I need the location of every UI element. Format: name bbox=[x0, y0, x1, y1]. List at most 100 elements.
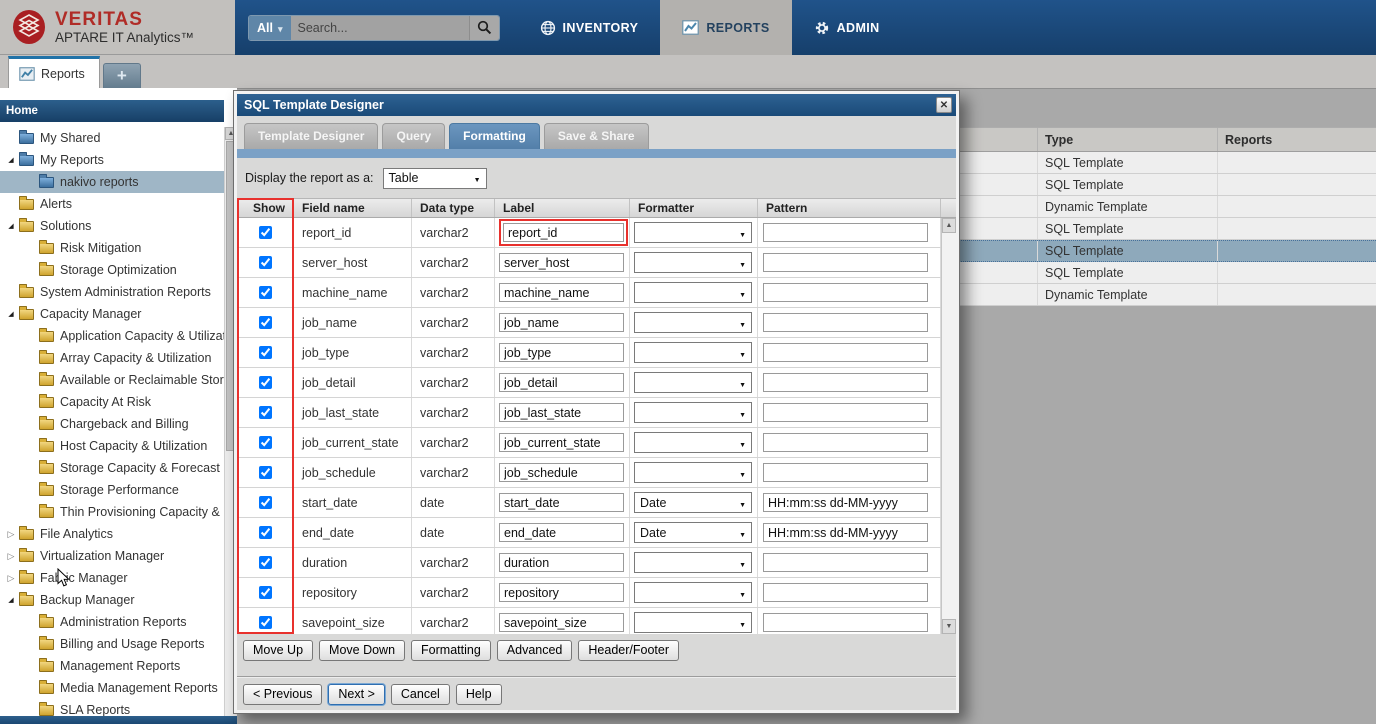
move-down-button[interactable]: Move Down bbox=[319, 640, 405, 661]
pattern-input[interactable] bbox=[763, 463, 928, 482]
sidebar-item-administration-reports[interactable]: Administration Reports bbox=[0, 611, 224, 633]
advanced-button[interactable]: Advanced bbox=[497, 640, 573, 661]
show-checkbox[interactable] bbox=[259, 556, 272, 569]
tree-collapsed-icon[interactable] bbox=[5, 529, 17, 540]
label-input[interactable] bbox=[499, 553, 624, 572]
brand-logo[interactable]: VERITAS APTARE IT Analytics™ bbox=[0, 0, 235, 55]
formatter-select[interactable] bbox=[634, 402, 752, 423]
show-checkbox[interactable] bbox=[259, 436, 272, 449]
search-scope-dropdown[interactable]: All bbox=[249, 16, 291, 40]
move-up-button[interactable]: Move Up bbox=[243, 640, 313, 661]
formatter-select[interactable]: Date bbox=[634, 492, 752, 513]
sidebar-item-risk-mitigation[interactable]: Risk Mitigation bbox=[0, 237, 224, 259]
sidebar-item-my-reports[interactable]: My Reports bbox=[0, 149, 224, 171]
label-input[interactable] bbox=[499, 613, 624, 632]
formatter-select[interactable] bbox=[634, 222, 752, 243]
table-row[interactable]: SQL Template bbox=[957, 174, 1376, 196]
show-checkbox[interactable] bbox=[259, 256, 272, 269]
label-input[interactable] bbox=[499, 313, 624, 332]
formatter-select[interactable] bbox=[634, 462, 752, 483]
search-button[interactable] bbox=[469, 16, 499, 40]
tree-expanded-icon[interactable] bbox=[5, 310, 17, 318]
pattern-input[interactable] bbox=[763, 433, 928, 452]
sidebar-item-thin-provisioning-capacity-utiliz[interactable]: Thin Provisioning Capacity & Utiliz bbox=[0, 501, 224, 523]
tree-expanded-icon[interactable] bbox=[5, 596, 17, 604]
label-input[interactable] bbox=[499, 403, 624, 422]
sidebar-item-file-analytics[interactable]: File Analytics bbox=[0, 523, 224, 545]
pattern-input[interactable] bbox=[763, 223, 928, 242]
pattern-input[interactable] bbox=[763, 373, 928, 392]
sidebar-item-fabric-manager[interactable]: Fabric Manager bbox=[0, 567, 224, 589]
tab-reports[interactable]: Reports bbox=[8, 56, 100, 88]
tree-collapsed-icon[interactable] bbox=[5, 551, 17, 562]
pattern-input[interactable] bbox=[763, 283, 928, 302]
show-checkbox[interactable] bbox=[259, 346, 272, 359]
fields-table-scrollbar[interactable] bbox=[941, 218, 956, 634]
label-input[interactable] bbox=[499, 373, 624, 392]
show-checkbox[interactable] bbox=[259, 466, 272, 479]
pattern-input[interactable] bbox=[763, 313, 928, 332]
help-button[interactable]: Help bbox=[456, 684, 502, 705]
sidebar-item-storage-performance[interactable]: Storage Performance bbox=[0, 479, 224, 501]
show-checkbox[interactable] bbox=[259, 286, 272, 299]
pattern-input[interactable] bbox=[763, 553, 928, 572]
label-input[interactable] bbox=[499, 283, 624, 302]
tree-expanded-icon[interactable] bbox=[5, 222, 17, 230]
show-checkbox[interactable] bbox=[259, 496, 272, 509]
pattern-input[interactable] bbox=[763, 493, 928, 512]
sidebar-item-capacity-manager[interactable]: Capacity Manager bbox=[0, 303, 224, 325]
dialog-tab-template-designer[interactable]: Template Designer bbox=[244, 123, 378, 149]
sidebar-item-alerts[interactable]: Alerts bbox=[0, 193, 224, 215]
formatter-select[interactable] bbox=[634, 342, 752, 363]
formatter-select[interactable] bbox=[634, 312, 752, 333]
dialog-tab-save-share[interactable]: Save & Share bbox=[544, 123, 649, 149]
table-row[interactable]: Dynamic Template bbox=[957, 284, 1376, 306]
sidebar-item-virtualization-manager[interactable]: Virtualization Manager bbox=[0, 545, 224, 567]
sidebar-item-application-capacity-utilization[interactable]: Application Capacity & Utilization bbox=[0, 325, 224, 347]
pattern-input[interactable] bbox=[763, 253, 928, 272]
sidebar-item-backup-manager[interactable]: Backup Manager bbox=[0, 589, 224, 611]
dialog-tab-formatting[interactable]: Formatting bbox=[449, 123, 540, 149]
previous-button[interactable]: < Previous bbox=[243, 684, 322, 705]
formatting-button[interactable]: Formatting bbox=[411, 640, 491, 661]
formatter-select[interactable] bbox=[634, 252, 752, 273]
formatter-select[interactable] bbox=[634, 552, 752, 573]
sidebar-item-array-capacity-utilization[interactable]: Array Capacity & Utilization bbox=[0, 347, 224, 369]
display-as-select[interactable]: Table bbox=[383, 168, 487, 189]
sidebar-item-nakivo-reports[interactable]: nakivo reports bbox=[0, 171, 224, 193]
sidebar-item-storage-capacity-forecast[interactable]: Storage Capacity & Forecast bbox=[0, 457, 224, 479]
sidebar-item-billing-and-usage-reports[interactable]: Billing and Usage Reports bbox=[0, 633, 224, 655]
pattern-input[interactable] bbox=[763, 403, 928, 422]
table-row[interactable]: SQL Template bbox=[957, 152, 1376, 174]
label-input[interactable] bbox=[499, 433, 624, 452]
pattern-input[interactable] bbox=[763, 613, 928, 632]
label-input[interactable] bbox=[499, 583, 624, 602]
formatter-select[interactable] bbox=[634, 432, 752, 453]
table-row[interactable]: Dynamic Template bbox=[957, 196, 1376, 218]
table-row[interactable]: SQL Template bbox=[957, 218, 1376, 240]
close-icon[interactable]: ✕ bbox=[936, 97, 952, 113]
formatter-select[interactable] bbox=[634, 582, 752, 603]
sidebar-item-media-management-reports[interactable]: Media Management Reports bbox=[0, 677, 224, 699]
show-checkbox[interactable] bbox=[259, 316, 272, 329]
formatter-select[interactable]: Date bbox=[634, 522, 752, 543]
tree-expanded-icon[interactable] bbox=[5, 156, 17, 164]
cancel-button[interactable]: Cancel bbox=[391, 684, 450, 705]
label-input[interactable] bbox=[499, 253, 624, 272]
sidebar-item-system-administration-reports[interactable]: System Administration Reports bbox=[0, 281, 224, 303]
tree-collapsed-icon[interactable] bbox=[5, 573, 17, 584]
label-input[interactable] bbox=[503, 223, 624, 242]
next-button[interactable]: Next > bbox=[328, 684, 384, 705]
pattern-input[interactable] bbox=[763, 583, 928, 602]
pattern-input[interactable] bbox=[763, 343, 928, 362]
formatter-select[interactable] bbox=[634, 372, 752, 393]
table-row[interactable]: SQL Template bbox=[957, 240, 1376, 262]
show-checkbox[interactable] bbox=[259, 526, 272, 539]
show-checkbox[interactable] bbox=[259, 586, 272, 599]
label-input[interactable] bbox=[499, 463, 624, 482]
show-checkbox[interactable] bbox=[259, 226, 272, 239]
sidebar-item-available-or-reclaimable-storage[interactable]: Available or Reclaimable Storage bbox=[0, 369, 224, 391]
show-checkbox[interactable] bbox=[259, 376, 272, 389]
label-input[interactable] bbox=[499, 523, 624, 542]
sidebar-item-host-capacity-utilization[interactable]: Host Capacity & Utilization bbox=[0, 435, 224, 457]
